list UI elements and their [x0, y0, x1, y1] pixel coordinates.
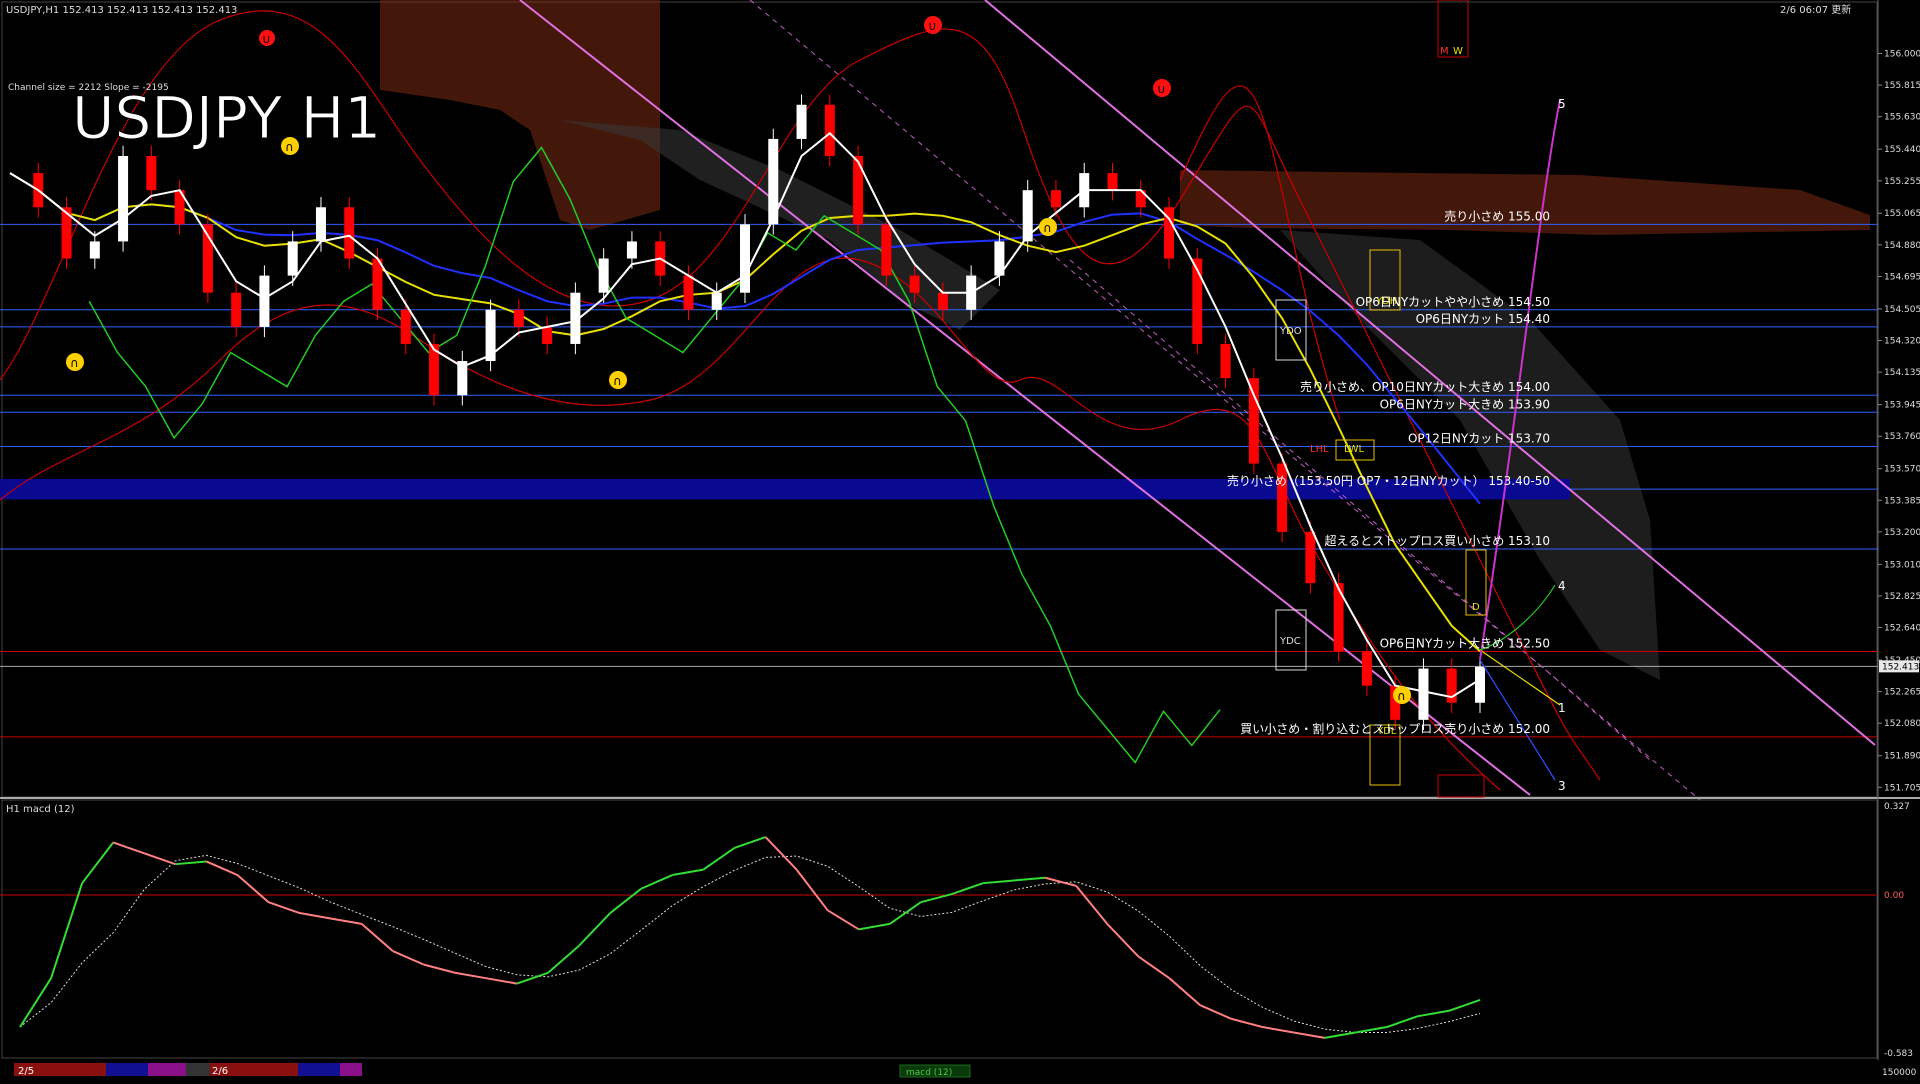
candle-body — [89, 241, 100, 259]
date-label-1: 2/5 — [18, 1066, 34, 1077]
lhl-label: LHL — [1310, 444, 1329, 455]
candle-body — [740, 224, 750, 293]
indicator-tab-label: macd (12) — [906, 1068, 952, 1078]
axis-tick-label: 152.265 — [1884, 688, 1920, 698]
axis-tick-label: 151.705 — [1884, 783, 1920, 793]
axis-tick-label: 153.570 — [1884, 465, 1920, 475]
axis-tick-label: 152.080 — [1884, 719, 1920, 729]
axis-tick-label: 152.640 — [1884, 624, 1920, 634]
svg-text:∪: ∪ — [928, 19, 937, 33]
ydc-label: YDC — [1279, 636, 1301, 647]
level-annotation: 超えるとストップロス買い小さめ 153.10 — [1325, 533, 1550, 548]
lwl-label: LWL — [1344, 444, 1365, 455]
level-annotation: 売り小さめ 155.00 — [1444, 208, 1550, 223]
macd-label: H1 macd (12) — [6, 804, 75, 815]
axis-tick-label: 154.320 — [1884, 337, 1920, 347]
chart-window: YDO YDH YDC YDL LWL LHL M W D 1 3 4 5 ∩ … — [0, 0, 1920, 1080]
candle-body — [853, 156, 864, 225]
wave-3: 3 — [1558, 779, 1566, 793]
svg-text:∩: ∩ — [1397, 689, 1406, 703]
wave-4: 4 — [1558, 579, 1566, 593]
wave-5: 5 — [1558, 97, 1566, 111]
svg-text:∩: ∩ — [70, 356, 79, 370]
candle-body — [1050, 190, 1061, 208]
level-annotation: OP6日NYカット 154.40 — [1416, 312, 1550, 326]
macd-axis-bottom: -0.583 — [1884, 1049, 1913, 1059]
axis-tick-label: 153.945 — [1884, 401, 1920, 411]
level-annotation: 売り小さめ、OP10日NYカット大きめ 154.00 — [1300, 379, 1550, 394]
candle-body — [287, 241, 298, 276]
candle-body — [259, 275, 270, 327]
d-label: D — [1472, 602, 1480, 613]
candle-body — [1220, 343, 1231, 379]
candle-body — [711, 292, 722, 310]
big-title: USDJPY H1 — [72, 84, 381, 152]
axis-tick-label: 154.505 — [1884, 305, 1920, 315]
candle-body — [146, 156, 157, 191]
symbol-info: USDJPY,H1 152.413 152.413 152.413 152.41… — [6, 5, 237, 16]
svg-text:∩: ∩ — [1043, 221, 1052, 235]
axis-tick-label: 155.065 — [1884, 209, 1920, 219]
date-label-2: 2/6 — [212, 1066, 228, 1077]
candle-body — [881, 224, 892, 276]
current-price: 152.413 — [1882, 662, 1919, 672]
axis-tick-label: 151.890 — [1884, 752, 1920, 762]
candle-body — [598, 258, 609, 293]
svg-text:∪: ∪ — [1157, 82, 1166, 96]
candle-body — [344, 207, 355, 259]
candle-body — [824, 104, 835, 157]
axis-tick-label: 152.825 — [1884, 592, 1920, 602]
axis-tick-label: 156.000 — [1884, 50, 1920, 60]
level-annotation: OP6日NYカットやや小さめ 154.50 — [1356, 295, 1550, 309]
candle-body — [400, 309, 411, 344]
axis-tick-label: 153.200 — [1884, 528, 1920, 538]
axis-tick-label: 153.760 — [1884, 432, 1920, 442]
candle-body — [1475, 666, 1485, 703]
session-bar — [14, 1063, 362, 1076]
svg-text:∩: ∩ — [613, 374, 622, 388]
axis-tick-label: 155.440 — [1884, 145, 1920, 155]
candle-body — [1418, 668, 1429, 720]
m-label: M — [1440, 46, 1449, 57]
corner-label: 150000 — [1882, 1068, 1917, 1078]
chart-canvas[interactable]: YDO YDH YDC YDL LWL LHL M W D 1 3 4 5 ∩ … — [0, 0, 1920, 1080]
axis-tick-label: 155.255 — [1884, 177, 1920, 187]
ydo-label: YDO — [1279, 326, 1302, 337]
axis-tick-label: 155.630 — [1884, 113, 1920, 123]
candle-body — [315, 207, 326, 242]
candle-body — [231, 292, 242, 327]
level-annotation: OP6日NYカット大きめ 153.90 — [1380, 397, 1550, 411]
macd-axis-top: 0.327 — [1884, 802, 1910, 812]
candle-body — [683, 275, 694, 310]
svg-text:∪: ∪ — [262, 32, 271, 46]
candle-body — [626, 241, 637, 259]
axis-tick-label: 155.815 — [1884, 81, 1920, 91]
axis-tick-label: 153.010 — [1884, 560, 1920, 570]
level-annotation: 売り小さめ（153.50円 OP7・12日NYカット） 153.40-50 — [1227, 473, 1550, 488]
timestamp: 2/6 06:07 更新 — [1780, 3, 1851, 16]
level-annotation: OP12日NYカット 153.70 — [1408, 431, 1550, 445]
candle-body — [1107, 173, 1118, 191]
level-annotation: 買い小さめ・割り込むとストップロス売り小さめ 152.00 — [1240, 721, 1550, 736]
axis-tick-label: 154.880 — [1884, 241, 1920, 251]
candle-body — [909, 275, 920, 293]
candle-body — [372, 258, 383, 310]
macd-axis-zero: 0.00 — [1884, 891, 1904, 901]
candle-body — [1248, 378, 1259, 464]
axis-tick-label: 154.695 — [1884, 272, 1920, 282]
axis-tick-label: 153.385 — [1884, 496, 1920, 506]
wave-1: 1 — [1558, 701, 1566, 715]
candle-body — [1305, 531, 1316, 584]
candle-body — [542, 326, 553, 344]
candle-body — [937, 292, 948, 310]
candle-body — [796, 104, 807, 139]
w-label: W — [1453, 46, 1463, 57]
candle-body — [1361, 651, 1372, 686]
candle-body — [118, 156, 129, 242]
axis-tick-label: 154.135 — [1884, 368, 1920, 378]
level-annotation: OP6日NYカット大きめ 152.50 — [1380, 636, 1550, 650]
candle-body — [513, 309, 524, 327]
